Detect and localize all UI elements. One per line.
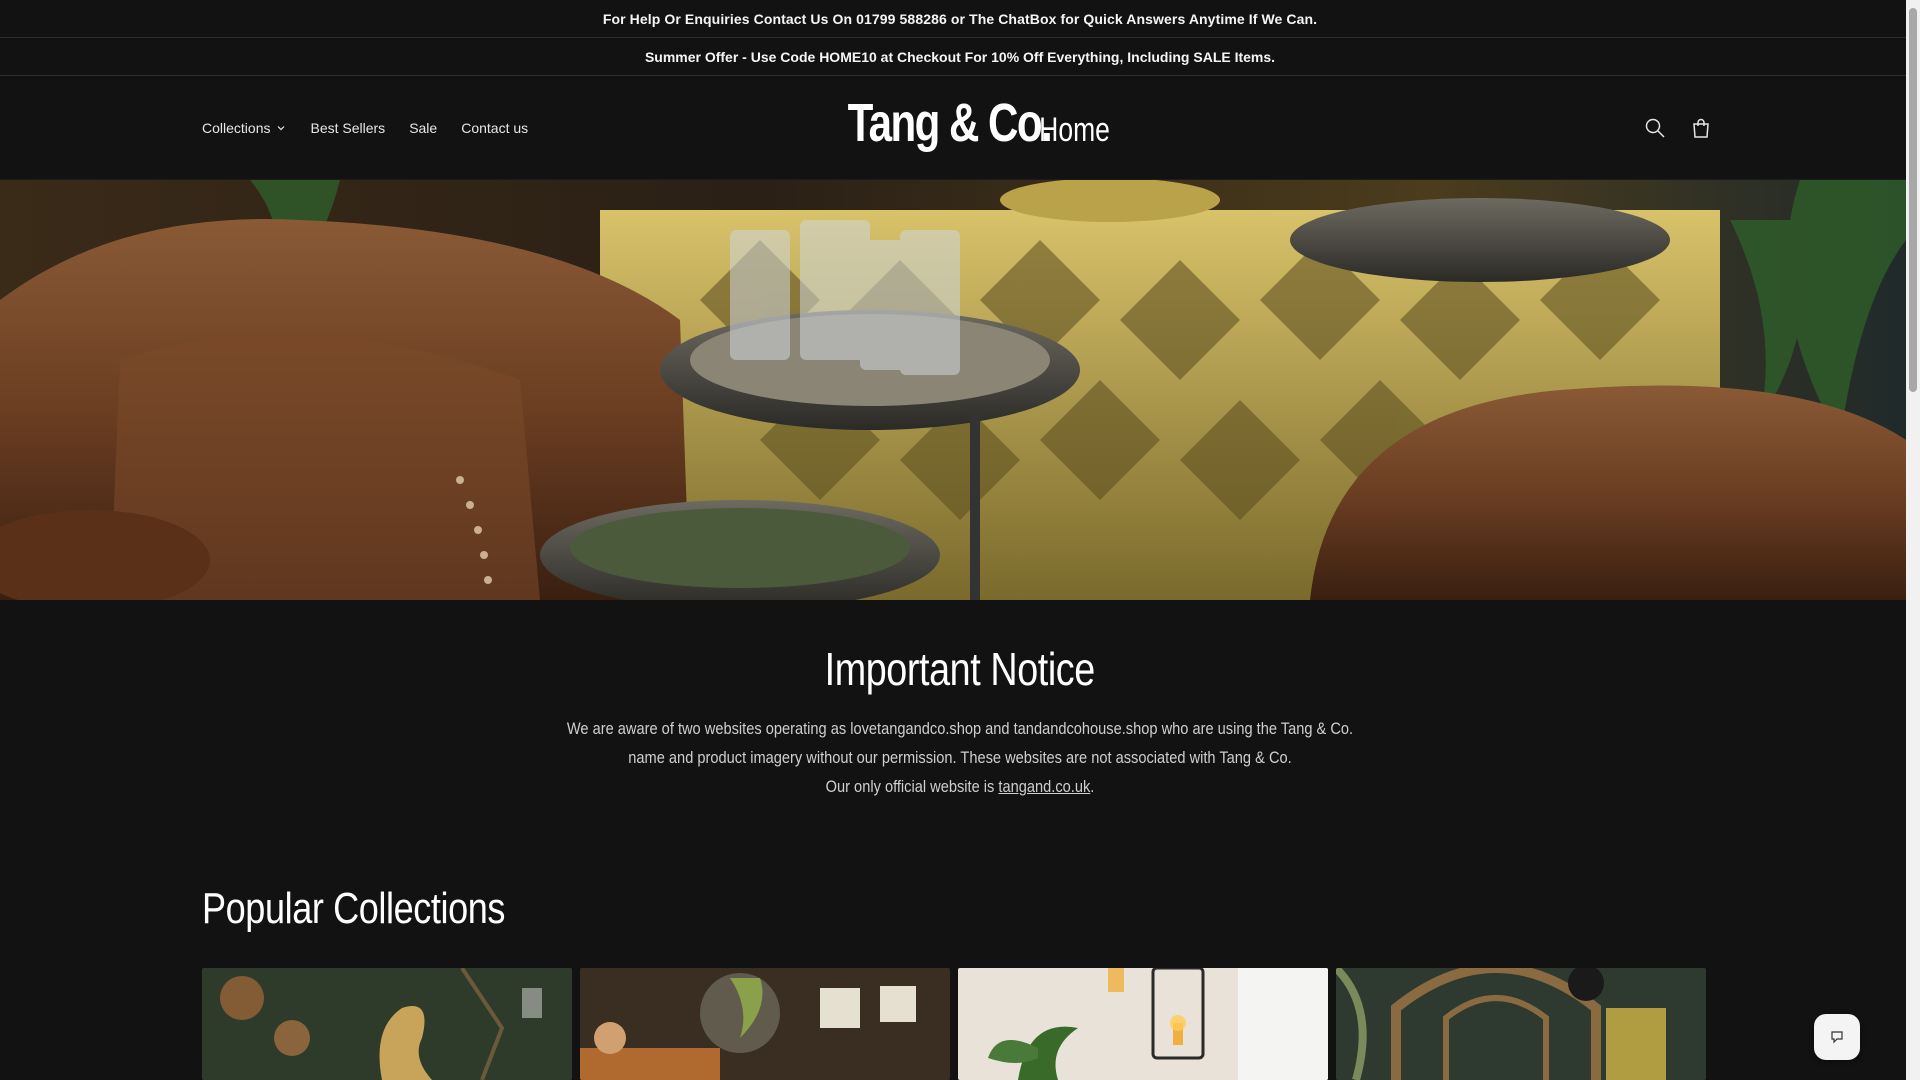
- collection-cards: [202, 968, 1706, 1080]
- collection-card-3-image: [958, 968, 1328, 1080]
- header-actions: [1642, 76, 1714, 180]
- site-header: Collections Best Sellers Sale Contact us…: [0, 76, 1920, 180]
- logo-main-text: Tang & Co.: [847, 93, 1053, 153]
- logo-sub-text: Home: [1039, 111, 1110, 149]
- collection-card-4[interactable]: [1336, 968, 1706, 1080]
- collection-card-2-image: [580, 968, 950, 1080]
- site-logo[interactable]: Tang & Co. Home: [790, 92, 1130, 154]
- main-nav: Collections Best Sellers Sale Contact us: [202, 76, 552, 180]
- announcement-bar-help: For Help Or Enquiries Contact Us On 0179…: [0, 0, 1920, 38]
- scrollbar-thumb[interactable]: [1909, 8, 1917, 392]
- notice-line-1: We are aware of two websites operating a…: [566, 719, 1354, 738]
- collection-card-3[interactable]: [958, 968, 1328, 1080]
- notice-line-2: name and product imagery without our per…: [628, 748, 1292, 767]
- announcement-offer-text: Summer Offer - Use Code HOME10 at Checko…: [644, 48, 1276, 65]
- chat-widget-button[interactable]: [1814, 1014, 1860, 1060]
- hero-banner-image: [0, 180, 1906, 600]
- notice-line-3-prefix: Our only official website is: [825, 777, 999, 796]
- collection-card-2[interactable]: [580, 968, 950, 1080]
- nav-sale-label: Sale: [409, 120, 438, 136]
- collection-card-1-image: [202, 968, 572, 1080]
- nav-contact-us[interactable]: Contact us: [461, 120, 528, 136]
- collection-card-4-image: [1336, 968, 1706, 1080]
- collection-card-1[interactable]: [202, 968, 572, 1080]
- cart-icon: [1693, 118, 1709, 138]
- nav-sale[interactable]: Sale: [409, 120, 437, 136]
- notice-title: Important Notice: [824, 643, 1096, 695]
- nav-best-sellers[interactable]: Best Sellers: [310, 120, 385, 136]
- notice-body: We are aware of two websites operating a…: [134, 714, 1785, 801]
- important-notice: Important Notice We are aware of two web…: [0, 600, 1920, 801]
- search-button[interactable]: [1642, 115, 1668, 141]
- official-website-link[interactable]: tangand.co.uk: [998, 777, 1090, 796]
- announcement-help-text: For Help Or Enquiries Contact Us On 0179…: [602, 10, 1318, 27]
- search-icon: [1645, 118, 1665, 138]
- chevron-down-icon: [278, 126, 285, 131]
- nav-best-sellers-label: Best Sellers: [310, 120, 386, 136]
- nav-contact-us-label: Contact us: [461, 120, 529, 136]
- nav-collections-label: Collections: [202, 120, 271, 136]
- announcement-bar-offer: Summer Offer - Use Code HOME10 at Checko…: [0, 38, 1920, 76]
- nav-collections[interactable]: Collections: [202, 120, 286, 136]
- cart-button[interactable]: [1688, 115, 1714, 141]
- chat-icon: [1831, 1031, 1843, 1044]
- popular-collections-section: Popular Collections: [202, 884, 572, 934]
- notice-line-3-suffix: .: [1090, 777, 1095, 796]
- popular-collections-title: Popular Collections: [202, 884, 506, 933]
- page-scrollbar[interactable]: [1906, 0, 1920, 1080]
